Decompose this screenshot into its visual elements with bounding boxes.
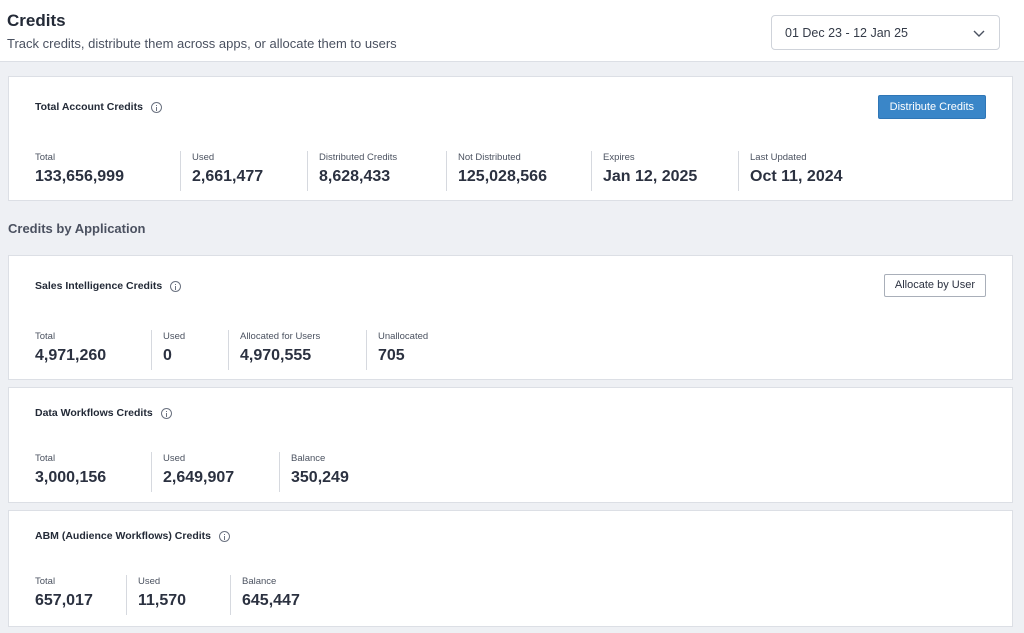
stat-label: Used — [192, 152, 215, 163]
account-credits-title: Total Account Credits — [35, 101, 162, 113]
data-workflows-title-text: Data Workflows Credits — [35, 407, 153, 419]
page-header: Credits Track credits, distribute them a… — [0, 0, 1024, 62]
workflows-stats: Total 3,000,156 Used 2,649,907 Balance 3… — [35, 452, 392, 492]
data-workflows-card: Data Workflows Credits Total 3,000,156 U… — [8, 387, 1013, 503]
info-icon[interactable] — [160, 407, 172, 419]
stat-value: 4,971,260 — [35, 347, 107, 364]
stat-label: Expires — [603, 152, 635, 163]
stat-value: 2,661,477 — [192, 168, 264, 185]
stat-last-updated: Last Updated Oct 11, 2024 — [750, 151, 880, 191]
info-icon[interactable] — [150, 101, 162, 113]
stat-label: Allocated for Users — [240, 331, 321, 342]
stat-value: 133,656,999 — [35, 168, 124, 185]
sales-intelligence-title-text: Sales Intelligence Credits — [35, 280, 163, 292]
stat-distributed: Distributed Credits 8,628,433 — [319, 151, 447, 191]
stat-label: Total — [35, 576, 56, 587]
stat-label: Total — [35, 453, 56, 464]
stat-value: Oct 11, 2024 — [750, 168, 843, 185]
date-range-value: 01 Dec 23 - 12 Jan 25 — [785, 25, 908, 40]
stat-value: 705 — [378, 347, 405, 364]
stat-total: Total 3,000,156 — [35, 452, 152, 492]
stat-used: Used 2,661,477 — [192, 151, 308, 191]
stat-used: Used 11,570 — [138, 575, 231, 615]
stat-value: 657,017 — [35, 592, 93, 609]
stat-not-distributed: Not Distributed 125,028,566 — [458, 151, 592, 191]
stat-value: 0 — [163, 347, 172, 364]
stat-value: Jan 12, 2025 — [603, 168, 698, 185]
stat-expires: Expires Jan 12, 2025 — [603, 151, 739, 191]
stat-unallocated: Unallocated 705 — [378, 330, 468, 370]
stat-used: Used 2,649,907 — [163, 452, 280, 492]
stat-label: Last Updated — [750, 152, 807, 163]
abm-stats: Total 657,017 Used 11,570 Balance 645,44… — [35, 575, 343, 615]
abm-credits-title: ABM (Audience Workflows) Credits — [35, 530, 230, 542]
stat-value: 125,028,566 — [458, 168, 547, 185]
stat-value: 11,570 — [138, 592, 187, 609]
stat-label: Unallocated — [378, 331, 429, 342]
sales-stats: Total 4,971,260 Used 0 Allocated for Use… — [35, 330, 479, 370]
date-range-select[interactable]: 01 Dec 23 - 12 Jan 25 — [771, 15, 1000, 50]
stat-value: 4,970,555 — [240, 347, 312, 364]
stat-value: 350,249 — [291, 469, 349, 486]
abm-credits-title-text: ABM (Audience Workflows) Credits — [35, 530, 211, 542]
stat-total: Total 133,656,999 — [35, 151, 181, 191]
stat-label: Distributed Credits — [319, 152, 398, 163]
data-workflows-title: Data Workflows Credits — [35, 407, 172, 419]
sales-intelligence-title: Sales Intelligence Credits — [35, 280, 182, 292]
stat-label: Balance — [242, 576, 277, 587]
stat-used: Used 0 — [163, 330, 229, 370]
account-credits-title-text: Total Account Credits — [35, 101, 143, 113]
stat-allocated: Allocated for Users 4,970,555 — [240, 330, 367, 370]
stat-label: Used — [138, 576, 161, 587]
page-subtitle: Track credits, distribute them across ap… — [7, 36, 397, 51]
stat-balance: Balance 350,249 — [291, 452, 381, 492]
stat-label: Balance — [291, 453, 326, 464]
stat-label: Not Distributed — [458, 152, 521, 163]
stat-value: 8,628,433 — [319, 168, 391, 185]
stat-label: Used — [163, 331, 186, 342]
section-heading: Credits by Application — [8, 221, 146, 236]
info-icon[interactable] — [170, 280, 182, 292]
chevron-down-icon — [973, 30, 985, 37]
account-credits-card: Total Account Credits Distribute Credits… — [8, 76, 1013, 201]
stat-value: 645,447 — [242, 592, 300, 609]
stat-label: Used — [163, 453, 186, 464]
page-title: Credits — [7, 11, 66, 30]
abm-credits-card: ABM (Audience Workflows) Credits Total 6… — [8, 510, 1013, 627]
sales-intelligence-card: Sales Intelligence Credits Allocate by U… — [8, 255, 1013, 380]
stat-total: Total 657,017 — [35, 575, 127, 615]
stat-value: 3,000,156 — [35, 469, 107, 486]
allocate-by-user-button[interactable]: Allocate by User — [883, 274, 986, 297]
info-icon[interactable] — [219, 530, 230, 542]
stat-balance: Balance 645,447 — [242, 575, 332, 615]
stat-label: Total — [35, 331, 56, 342]
distribute-credits-button[interactable]: Distribute Credits — [877, 95, 986, 119]
account-stats: Total 133,656,999 Used 2,661,477 Distrib… — [35, 151, 891, 191]
stat-value: 2,649,907 — [163, 469, 235, 486]
stat-total: Total 4,971,260 — [35, 330, 152, 370]
stat-label: Total — [35, 152, 56, 163]
